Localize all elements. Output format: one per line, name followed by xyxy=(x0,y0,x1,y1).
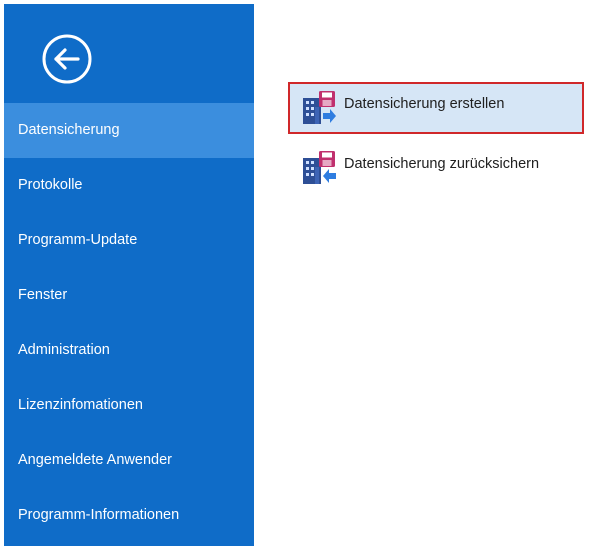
sidebar-item-label: Lizenzinfomationen xyxy=(18,397,143,413)
sidebar-item-administration[interactable]: Administration xyxy=(4,323,254,378)
backstage-content: Datensicherung erstellen Datensicherung … xyxy=(254,0,594,546)
database-restore-icon xyxy=(303,151,336,184)
database-backup-save-icon xyxy=(303,91,336,124)
sidebar-item-label: Administration xyxy=(18,342,110,358)
backstage-window: Datensicherung Protokolle Programm-Updat… xyxy=(0,0,594,546)
sidebar-item-protokolle[interactable]: Protokolle xyxy=(4,158,254,213)
back-button[interactable] xyxy=(40,32,94,86)
sidebar-item-label: Fenster xyxy=(18,287,68,303)
sidebar-item-fenster[interactable]: Fenster xyxy=(4,268,254,323)
sidebar-item-label: Programm-Update xyxy=(18,232,138,248)
sidebar-item-label: Datensicherung xyxy=(18,122,120,138)
action-label: Datensicherung zurücksichern xyxy=(344,156,540,172)
back-arrow-circle-icon xyxy=(42,34,92,84)
restore-backup-button[interactable]: Datensicherung zurücksichern xyxy=(288,142,592,194)
sidebar-item-lizenzinformationen[interactable]: Lizenzinfomationen xyxy=(4,378,254,433)
sidebar-item-label: Protokolle xyxy=(18,177,83,193)
sidebar-item-programm-update[interactable]: Programm-Update xyxy=(4,213,254,268)
backstage-sidebar: Datensicherung Protokolle Programm-Updat… xyxy=(4,4,254,546)
sidebar-item-datensicherung[interactable]: Datensicherung xyxy=(4,103,254,158)
sidebar-item-programm-informationen[interactable]: Programm-Informationen xyxy=(4,488,254,543)
sidebar-item-label: Programm-Informationen xyxy=(18,507,180,523)
sidebar-item-label: Angemeldete Anwender xyxy=(18,452,172,468)
create-backup-button[interactable]: Datensicherung erstellen xyxy=(288,82,584,134)
sidebar-nav: Datensicherung Protokolle Programm-Updat… xyxy=(4,103,254,543)
sidebar-item-angemeldete-anwender[interactable]: Angemeldete Anwender xyxy=(4,433,254,488)
action-label: Datensicherung erstellen xyxy=(344,96,505,112)
